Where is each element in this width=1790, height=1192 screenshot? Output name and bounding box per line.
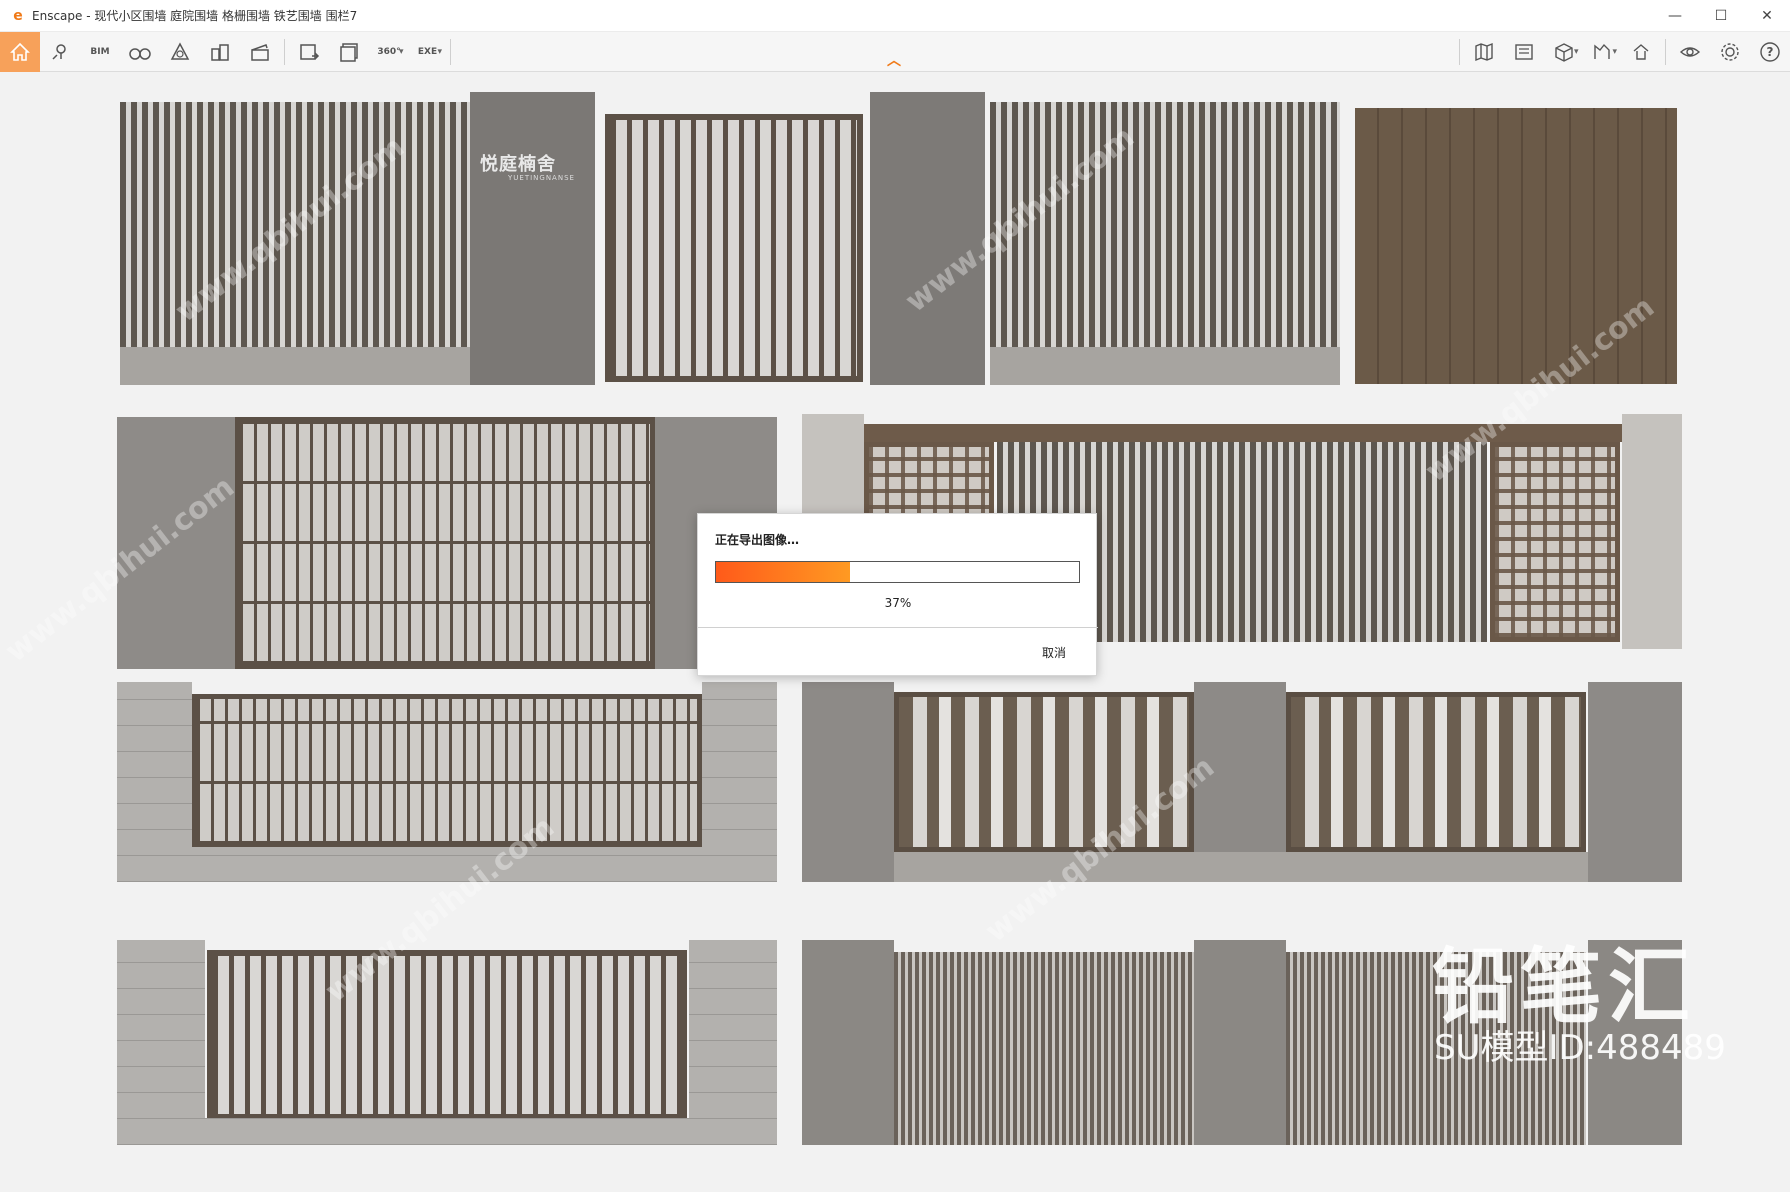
batch-render-icon [340,42,358,62]
annotation-icon [1594,43,1611,59]
dialog-divider [698,627,1098,628]
visibility-button[interactable] [1670,32,1710,72]
home-icon [10,42,30,61]
buildings-button[interactable] [200,32,240,72]
fence-model-stone-iron [117,682,777,882]
bim-label: BIM [90,46,110,57]
gear-icon [1721,42,1739,61]
fence-model-wood-panel [1355,108,1677,384]
bim-button[interactable]: BIM [80,32,120,72]
export-progress-dialog: 正在导出图像… 37% 取消 [697,513,1098,676]
home-button[interactable] [0,31,40,72]
help-button[interactable]: ? [1750,32,1790,72]
location-button[interactable] [40,32,80,72]
visual-settings-button[interactable] [160,32,200,72]
fence-model-stone-slat-gate [117,940,777,1145]
eye-icon [1679,46,1701,57]
library-icon [1515,43,1533,60]
toolbar-separator [1458,38,1460,65]
batch-render-button[interactable] [329,32,369,72]
progress-bar [715,561,1080,583]
window-controls: — ☐ ✕ [1652,0,1790,32]
buildings-icon [211,43,229,61]
binoculars-button[interactable] [120,32,160,72]
dialog-title: 正在导出图像… [715,533,800,547]
toolbar-separator [450,38,452,65]
panorama-button[interactable]: 360° [369,32,409,72]
help-label: ? [1766,44,1774,59]
model-id-text: SU模型ID:488489 [1434,1028,1726,1068]
cancel-button[interactable]: 取消 [1042,644,1066,661]
material-editor-button[interactable] [1544,32,1584,72]
settings-button[interactable] [1710,32,1750,72]
cube-icon [1555,42,1573,62]
toolbar-group-settings: ? [1670,32,1790,72]
collapse-toolbar-chevron-up-icon[interactable]: ︿ [887,50,901,70]
toolbar-separator [284,38,285,65]
progress-bar-fill [716,562,851,582]
toolbar-group-navigation: BIM [40,32,280,72]
asset-library-button[interactable] [1504,32,1544,72]
map-button[interactable] [1464,32,1504,72]
fence-model-gate-grid [117,417,777,669]
fence-model-pattern-panels [802,682,1682,882]
collaborative-annotation-button[interactable] [1582,32,1622,72]
title-bar: e Enscape - 现代小区围墙 庭院围墙 格栅围墙 铁艺围墙 围栏7 — … [0,0,1790,32]
toolbar-group-view: ▾ ▾ [1464,32,1661,72]
screenshot-button[interactable] [289,32,329,72]
pyramid-icon [170,41,190,60]
gate-sign-subtext: YUETINGNANSE [508,174,575,182]
clapperboard-icon [251,43,269,61]
toolbar-separator [1665,38,1666,65]
exe-export-button[interactable]: EXE [408,32,448,72]
gate-sign-text: 悦庭楠舍 [480,154,556,175]
toolbar-group-export: 360° ▾ EXE ▾ [289,32,446,72]
maximize-button[interactable]: ☐ [1698,0,1744,32]
screenshot-icon [300,43,320,60]
binoculars-icon [129,47,151,60]
panorama-360-label: 360° [377,46,401,57]
close-button[interactable]: ✕ [1744,0,1790,32]
window-title: Enscape - 现代小区围墙 庭院围墙 格栅围墙 铁艺围墙 围栏7 [32,9,358,23]
video-editor-button[interactable] [240,32,280,72]
upload-icon [1633,43,1649,60]
map-icon [1475,42,1493,61]
location-pin-icon [52,43,66,60]
upload-button[interactable] [1621,32,1661,72]
exe-label: EXE [417,46,438,57]
minimize-button[interactable]: — [1652,0,1698,32]
progress-percent: 37% [884,596,912,610]
enscape-logo-icon: e [13,7,23,24]
fence-model-slatted-with-gate: 悦庭楠舍 YUETINGNANSE [120,92,1340,412]
